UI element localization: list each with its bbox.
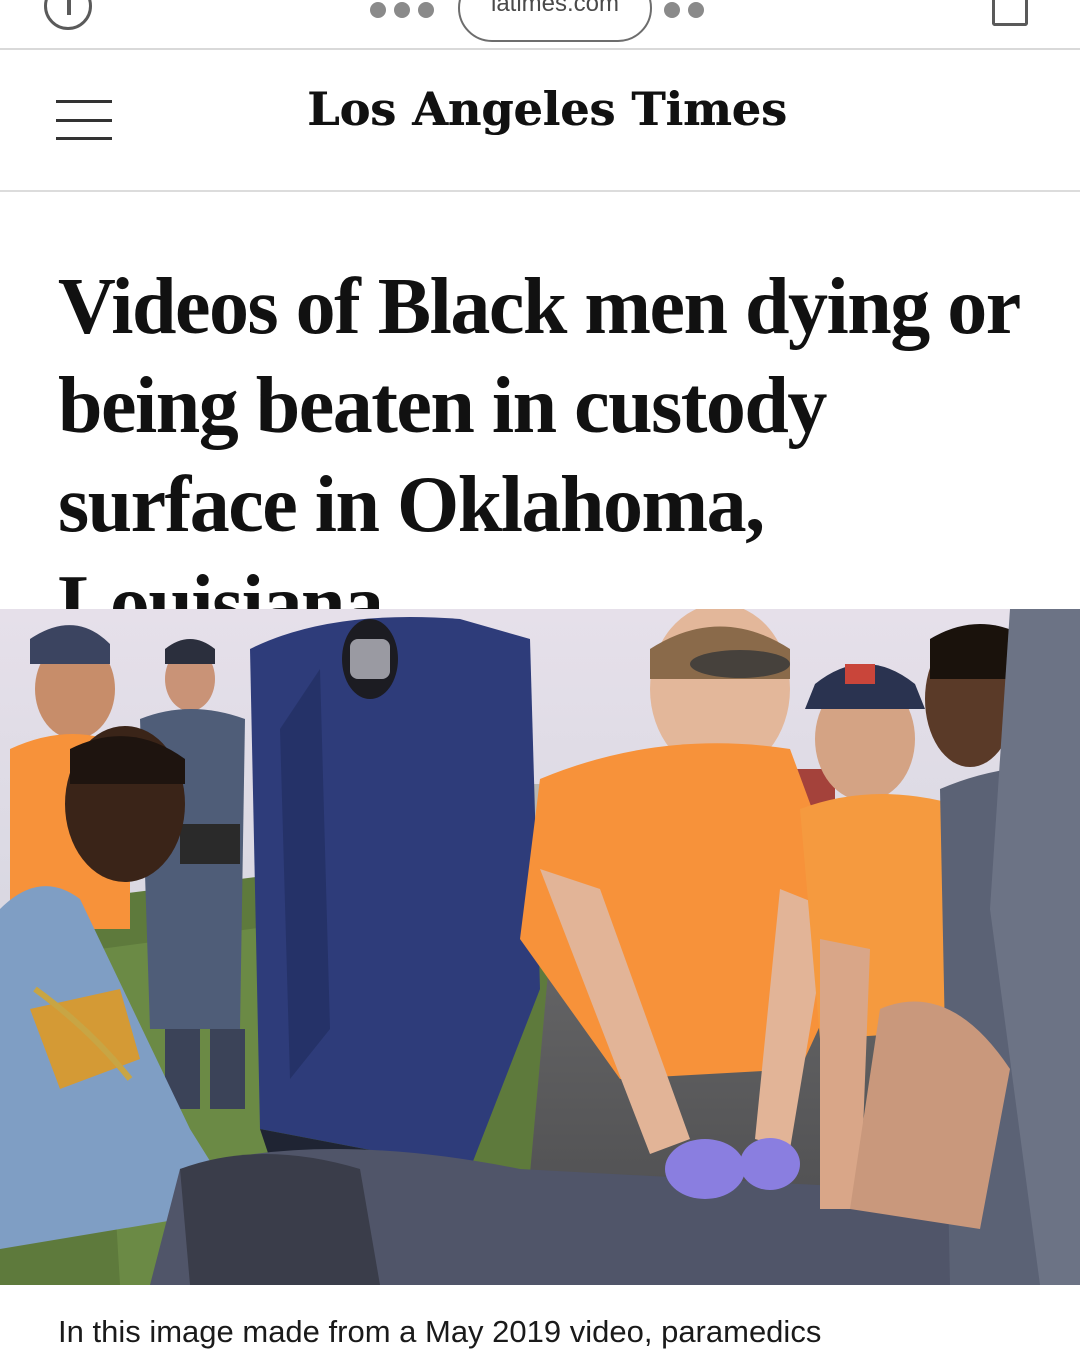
photo-caption: In this image made from a May 2019 video…: [58, 1314, 822, 1349]
tab-dots-left: [370, 2, 434, 18]
info-icon[interactable]: [44, 0, 92, 30]
article-photo: [0, 609, 1080, 1285]
site-logo[interactable]: Los Angeles Times: [0, 82, 1080, 136]
article-headline: Videos of Black men dying or being beate…: [58, 263, 1020, 648]
share-icon[interactable]: [992, 0, 1028, 26]
tab-dots-right: [664, 2, 704, 18]
browser-toolbar: latimes.com: [0, 0, 1080, 50]
address-bar[interactable]: latimes.com: [458, 0, 652, 42]
site-header: Los Angeles Times: [0, 52, 1080, 192]
url-text: latimes.com: [490, 0, 620, 17]
